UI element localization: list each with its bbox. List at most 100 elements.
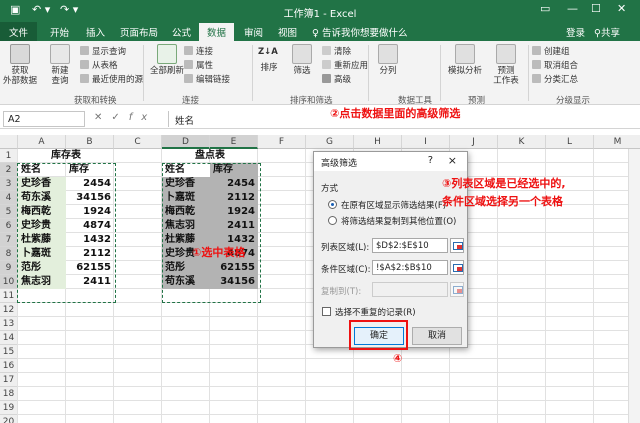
- stocktake-title[interactable]: 盘点表: [162, 149, 258, 163]
- column-header[interactable]: K: [498, 135, 546, 149]
- criteria-range-input[interactable]: !$A$2:$B$10: [372, 260, 448, 275]
- row-header[interactable]: 19: [0, 401, 18, 415]
- refresh-all-button[interactable]: 全部刷新: [147, 44, 187, 76]
- row-header[interactable]: 20: [0, 415, 18, 423]
- title-bar: ▣ ↶ ▾ ↷ ▾ 工作簿1 - Excel ▭ — ☐ ✕: [0, 0, 640, 22]
- group-button[interactable]: 创建组: [532, 45, 570, 57]
- row-header[interactable]: 10: [0, 275, 18, 289]
- tab-data[interactable]: 数据: [199, 23, 235, 41]
- ribbon-options-icon[interactable]: ▭: [540, 2, 550, 15]
- annotation-step2: ②点击数据里面的高级筛选: [330, 107, 461, 120]
- reapply-button[interactable]: 重新应用: [322, 59, 368, 71]
- collapse-dialog-icon[interactable]: [450, 238, 464, 253]
- row-header[interactable]: 13: [0, 317, 18, 331]
- share-button[interactable]: ⚲共享: [594, 25, 620, 39]
- tab-formulas[interactable]: 公式: [172, 25, 191, 39]
- option-in-place-label[interactable]: 在原有区域显示筛选结果(F): [341, 199, 446, 211]
- radio-in-place[interactable]: [328, 200, 337, 209]
- cancel-icon[interactable]: ✕: [94, 112, 111, 123]
- sort-za-button[interactable]: Z↓A: [258, 47, 278, 57]
- properties-button[interactable]: 属性: [184, 59, 213, 71]
- tab-insert[interactable]: 插入: [86, 25, 105, 39]
- row-header[interactable]: 1: [0, 149, 18, 163]
- row-header[interactable]: 2: [0, 163, 18, 177]
- column-header[interactable]: E: [210, 135, 258, 149]
- row-header[interactable]: 3: [0, 177, 18, 191]
- subtotal-button[interactable]: 分类汇总: [532, 73, 578, 85]
- properties-icon: [184, 60, 193, 69]
- row-header[interactable]: 8: [0, 247, 18, 261]
- radio-copy-to[interactable]: [328, 216, 337, 225]
- column-header[interactable]: A: [18, 135, 66, 149]
- connections-button[interactable]: 连接: [184, 45, 213, 57]
- column-header[interactable]: M: [594, 135, 640, 149]
- row-header[interactable]: 17: [0, 373, 18, 387]
- vertical-scrollbar[interactable]: [628, 149, 640, 423]
- row-header[interactable]: 12: [0, 303, 18, 317]
- database-icon: [10, 44, 30, 64]
- new-query-button[interactable]: 新建 查询: [44, 44, 76, 86]
- from-table-button[interactable]: 从表格: [80, 59, 118, 71]
- edit-links-button[interactable]: 编辑链接: [184, 73, 230, 85]
- show-query-button[interactable]: 显示查询: [80, 45, 126, 57]
- row-header[interactable]: 11: [0, 289, 18, 303]
- close-icon[interactable]: ×: [448, 154, 457, 167]
- column-header[interactable]: J: [450, 135, 498, 149]
- collapse-dialog-icon[interactable]: [450, 260, 464, 275]
- row-header[interactable]: 6: [0, 219, 18, 233]
- column-header[interactable]: I: [402, 135, 450, 149]
- tab-page-layout[interactable]: 页面布局: [120, 25, 158, 39]
- get-external-data-button[interactable]: 获取 外部数据: [2, 44, 38, 86]
- copy-to-input[interactable]: [372, 282, 448, 297]
- row-header[interactable]: 16: [0, 359, 18, 373]
- text-to-columns-button[interactable]: 分列: [374, 44, 402, 76]
- column-header[interactable]: C: [114, 135, 162, 149]
- help-icon[interactable]: ?: [428, 155, 433, 166]
- collapse-dialog-icon[interactable]: [450, 282, 464, 297]
- row-header[interactable]: 18: [0, 387, 18, 401]
- column-header[interactable]: G: [306, 135, 354, 149]
- login-link[interactable]: 登录: [566, 25, 585, 39]
- minimize-icon[interactable]: —: [567, 2, 578, 15]
- row-header[interactable]: 5: [0, 205, 18, 219]
- name-box[interactable]: A2: [3, 111, 85, 127]
- advanced-filter-button[interactable]: 高级: [322, 73, 351, 85]
- row-header[interactable]: 7: [0, 233, 18, 247]
- column-header[interactable]: F: [258, 135, 306, 149]
- sort-button[interactable]: 排序: [258, 63, 280, 73]
- ribbon-tabs: 文件 开始 插入 页面布局 公式 数据 审阅 视图 ♀ 告诉我你想要做什么 登录…: [0, 22, 640, 41]
- select-all-corner[interactable]: [0, 135, 18, 149]
- what-if-button[interactable]: 模拟分析: [444, 44, 486, 76]
- recent-sources-button[interactable]: 最近使用的源: [80, 73, 143, 85]
- column-header[interactable]: L: [546, 135, 594, 149]
- forecast-sheet-button[interactable]: 预测 工作表: [486, 44, 526, 86]
- column-header[interactable]: B: [66, 135, 114, 149]
- close-icon[interactable]: ✕: [617, 2, 626, 15]
- column-header[interactable]: D: [162, 135, 210, 149]
- row-header[interactable]: 9: [0, 261, 18, 275]
- subtotal-icon: [532, 74, 541, 83]
- list-range-input[interactable]: $D$2:$E$10: [372, 238, 448, 253]
- clear-filter-button[interactable]: 清除: [322, 45, 351, 57]
- ungroup-button[interactable]: 取消组合: [532, 59, 578, 71]
- column-header[interactable]: H: [354, 135, 402, 149]
- tell-me-search[interactable]: ♀ 告诉我你想要做什么: [312, 25, 408, 39]
- filter-button[interactable]: 筛选: [288, 44, 316, 76]
- tab-home[interactable]: 开始: [50, 25, 69, 39]
- tab-view[interactable]: 视图: [278, 25, 297, 39]
- ribbon-data: 获取 外部数据 新建 查询 显示查询 从表格 最近使用的源 获取和转换 全部刷新…: [0, 41, 640, 106]
- inventory-title[interactable]: 库存表: [18, 149, 114, 163]
- group-sort-filter: 排序和筛选: [290, 96, 333, 106]
- row-header[interactable]: 14: [0, 331, 18, 345]
- row-header[interactable]: 15: [0, 345, 18, 359]
- unique-records-label[interactable]: 选择不重复的记录(R): [335, 306, 416, 318]
- cancel-button[interactable]: 取消: [412, 327, 462, 345]
- confirm-icon[interactable]: ✓: [111, 112, 128, 123]
- tab-file[interactable]: 文件: [0, 22, 38, 41]
- unique-records-checkbox[interactable]: [322, 307, 331, 316]
- tab-review[interactable]: 审阅: [244, 25, 263, 39]
- fx-icon[interactable]: fx: [129, 112, 156, 123]
- row-header[interactable]: 4: [0, 191, 18, 205]
- maximize-icon[interactable]: ☐: [591, 2, 601, 15]
- option-copy-label[interactable]: 将筛选结果复制到其他位置(O): [341, 215, 456, 227]
